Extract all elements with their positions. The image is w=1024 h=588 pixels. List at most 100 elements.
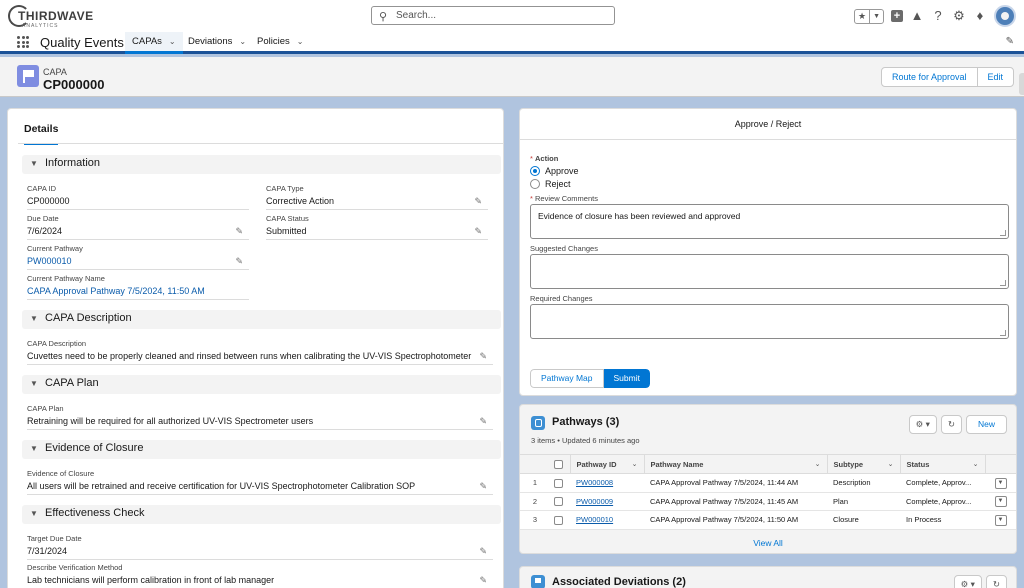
- tab-details[interactable]: Details: [24, 123, 59, 145]
- reject-radio[interactable]: Reject: [530, 179, 571, 189]
- chevron-down-icon[interactable]: ⌄: [632, 460, 638, 468]
- side-scroll-handle[interactable]: [1019, 73, 1024, 95]
- review-comments-label-text: Review Comments: [535, 194, 598, 203]
- current-pathway-link[interactable]: PW000010: [27, 256, 72, 266]
- section-title: Evidence of Closure: [45, 442, 144, 454]
- edit-pencil-icon[interactable]: ✎: [479, 575, 487, 586]
- app-launcher-icon[interactable]: [17, 36, 29, 48]
- pathways-subtitle: 3 items • Updated 6 minutes ago: [531, 436, 640, 445]
- field-label: Current Pathway Name: [27, 274, 105, 283]
- chevron-down-icon[interactable]: ⌄: [169, 32, 176, 51]
- section-title: CAPA Description: [45, 312, 132, 324]
- chevron-down-icon[interactable]: ⌄: [297, 32, 304, 51]
- tab-deviations[interactable]: Deviations ⌄: [181, 32, 253, 51]
- row-actions-cell: ▼: [985, 492, 1016, 511]
- row-checkbox[interactable]: [554, 497, 563, 506]
- section-effectiveness-check[interactable]: ▼ Effectiveness Check: [22, 505, 501, 524]
- edit-pencil-icon[interactable]: ✎: [479, 351, 487, 362]
- approve-action-buttons: Pathway Map Submit: [530, 369, 650, 388]
- review-comments-textarea[interactable]: Evidence of closure has been reviewed an…: [530, 204, 1009, 239]
- current-pathway-name-link[interactable]: CAPA Approval Pathway 7/5/2024, 11:50 AM: [27, 286, 205, 296]
- chevron-down-icon[interactable]: ⌄: [888, 460, 894, 468]
- bell-icon[interactable]: ♦: [973, 9, 987, 23]
- submit-button[interactable]: Submit: [603, 369, 650, 388]
- field-verification-method: Describe Verification Method Lab technic…: [27, 563, 493, 588]
- edit-pencil-icon[interactable]: ✎: [235, 226, 243, 237]
- column-header-pathway-name[interactable]: Pathway Name ⌄: [643, 454, 827, 474]
- pathway-id-link[interactable]: PW000008: [570, 473, 644, 493]
- field-target-due-date: Target Due Date 7/31/2024 ✎: [27, 534, 493, 560]
- tab-policies[interactable]: Policies ⌄: [250, 32, 310, 51]
- radio-selected-icon[interactable]: [530, 166, 540, 176]
- field-value: CP000000: [27, 196, 70, 206]
- edit-nav-pencil-icon[interactable]: ✎: [1006, 36, 1014, 47]
- view-all-link[interactable]: View All: [520, 538, 1016, 548]
- refresh-button[interactable]: ↻: [940, 415, 962, 434]
- chevron-down-icon: ▼: [30, 444, 38, 453]
- section-title: Information: [45, 157, 101, 169]
- tab-divider: [18, 143, 503, 144]
- edit-button[interactable]: Edit: [976, 68, 1014, 86]
- pathway-id-link[interactable]: PW000009: [570, 492, 644, 511]
- select-all-header: [550, 454, 570, 474]
- pathway-name-cell: CAPA Approval Pathway 7/5/2024, 11:50 AM: [644, 510, 827, 530]
- select-all-checkbox[interactable]: [554, 459, 563, 469]
- chevron-down-icon[interactable]: ▼: [869, 9, 883, 23]
- edit-pencil-icon[interactable]: ✎: [474, 196, 482, 207]
- associated-deviations-related-list: Associated Deviations (2) ⚙ ▾ ↻: [519, 566, 1017, 588]
- field-value: 7/6/2024: [27, 226, 63, 236]
- suggested-changes-textarea[interactable]: [530, 254, 1009, 289]
- radio-unselected-icon[interactable]: [530, 179, 540, 189]
- row-checkbox[interactable]: [554, 515, 563, 525]
- review-comments-label: * Review Comments: [530, 194, 598, 203]
- edit-pencil-icon[interactable]: ✎: [474, 226, 482, 237]
- new-pathway-button[interactable]: New: [965, 415, 1007, 434]
- pathways-title[interactable]: Pathways (3): [552, 416, 619, 428]
- edit-pencil-icon[interactable]: ✎: [479, 546, 487, 557]
- row-actions-menu-icon[interactable]: ▼: [994, 477, 1007, 489]
- refresh-button[interactable]: ↻: [985, 575, 1007, 588]
- chevron-down-icon[interactable]: ⌄: [815, 460, 821, 468]
- row-checkbox[interactable]: [554, 478, 563, 488]
- field-label: CAPA Type: [266, 184, 304, 193]
- row-actions-menu-icon[interactable]: ▼: [994, 514, 1007, 526]
- section-evidence-of-closure[interactable]: ▼ Evidence of Closure: [22, 440, 501, 459]
- column-header-subtype[interactable]: Subtype ⌄: [826, 454, 900, 474]
- approve-radio[interactable]: Approve: [530, 166, 579, 176]
- pathway-map-button[interactable]: Pathway Map: [530, 369, 604, 388]
- section-information[interactable]: ▼ Information: [22, 155, 501, 174]
- status-cell: Complete, Approv...: [900, 473, 985, 493]
- avatar[interactable]: [994, 5, 1016, 27]
- field-label: Current Pathway: [27, 244, 83, 253]
- route-for-approval-button[interactable]: Route for Approval: [882, 68, 977, 86]
- global-search-input[interactable]: ⚲ Search...: [371, 6, 615, 25]
- gear-icon: ⚙: [915, 419, 924, 429]
- edit-pencil-icon[interactable]: ✎: [479, 481, 487, 492]
- column-header-status[interactable]: Status ⌄: [899, 454, 985, 474]
- section-capa-plan[interactable]: ▼ CAPA Plan: [22, 375, 501, 394]
- favorites-button[interactable]: ★ ▼: [853, 8, 884, 24]
- column-header-pathway-id[interactable]: Pathway ID ⌄: [569, 454, 644, 474]
- section-capa-description[interactable]: ▼ CAPA Description: [22, 310, 501, 329]
- app-nav-bar: Quality Events CAPAs ⌄ Deviations ⌄ Poli…: [0, 32, 1024, 54]
- company-logo[interactable]: THIRDWAVE ANALYTICS: [8, 4, 93, 30]
- plus-icon[interactable]: +: [891, 10, 903, 22]
- refresh-icon: ↻: [992, 579, 1000, 588]
- row-actions-menu-icon[interactable]: ▼: [994, 496, 1007, 508]
- list-settings-button[interactable]: ⚙ ▾: [953, 575, 982, 588]
- edit-pencil-icon[interactable]: ✎: [235, 256, 243, 267]
- chevron-down-icon[interactable]: ⌄: [973, 460, 979, 468]
- gear-icon[interactable]: ⚙: [952, 9, 966, 23]
- field-current-pathway-name: Current Pathway Name CAPA Approval Pathw…: [27, 274, 249, 300]
- list-settings-button[interactable]: ⚙ ▾: [908, 415, 937, 434]
- required-changes-textarea[interactable]: [530, 304, 1009, 339]
- required-changes-label: Required Changes: [530, 294, 593, 303]
- tab-capas[interactable]: CAPAs ⌄: [125, 32, 183, 54]
- question-icon[interactable]: ?: [931, 9, 945, 23]
- pathway-id-link[interactable]: PW000010: [570, 510, 644, 530]
- associated-deviations-title[interactable]: Associated Deviations (2): [552, 576, 686, 588]
- trailhead-icon[interactable]: ▲: [910, 9, 924, 23]
- chevron-down-icon[interactable]: ⌄: [239, 32, 246, 51]
- edit-pencil-icon[interactable]: ✎: [479, 416, 487, 427]
- pathway-name-cell: CAPA Approval Pathway 7/5/2024, 11:44 AM: [644, 473, 827, 493]
